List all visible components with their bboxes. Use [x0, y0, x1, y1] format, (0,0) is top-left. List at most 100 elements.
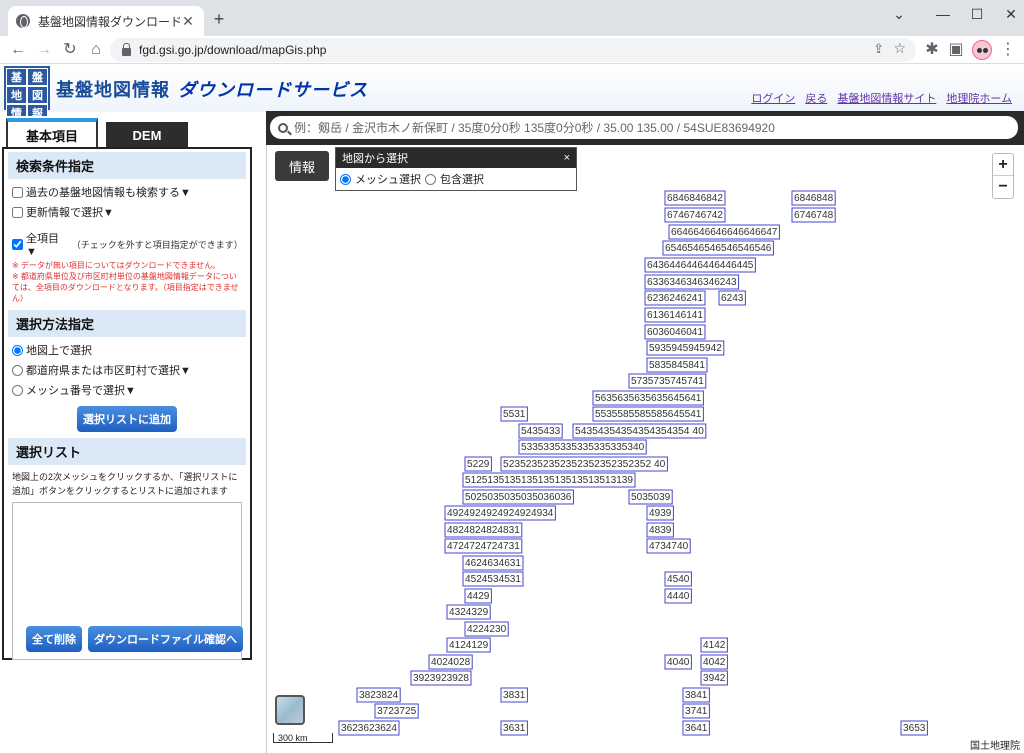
forward-icon[interactable]: → [32, 38, 56, 62]
delete-all-button[interactable]: 全て削除 [26, 626, 82, 652]
all-items-checkbox[interactable] [12, 238, 23, 250]
gsi-home-link[interactable]: 地理院ホーム [946, 90, 1012, 106]
mesh-label: 5531 [503, 409, 526, 420]
mesh-label: 4624634631 [465, 558, 521, 569]
mesh-select-label: メッシュ選択 [355, 174, 421, 186]
lock-icon [122, 43, 131, 56]
search-cond-heading: 検索条件指定 [8, 152, 246, 179]
method-map-radio[interactable] [12, 344, 23, 356]
select-mode-options: メッシュ選択 包含選択 [336, 168, 576, 190]
zoom-out-button[interactable]: − [993, 176, 1013, 198]
method-pref-option[interactable]: 都道府県または市区町村で選択▼ [4, 360, 250, 380]
method-mesh-radio[interactable] [12, 384, 23, 396]
mesh-label: 6846846842 [667, 193, 723, 204]
reload-icon[interactable]: ↻ [58, 38, 82, 62]
mesh-label: 6746748 [794, 210, 834, 221]
mesh-label: 54354354354354354354 40 [575, 426, 704, 437]
mesh-label: 4734740 [649, 541, 689, 552]
zoom-in-button[interactable]: + [993, 154, 1013, 176]
fgd-site-link[interactable]: 基盤地図情報サイト [837, 90, 936, 106]
mesh-label: 4142 [703, 640, 726, 651]
mesh-label: 3723725 [377, 706, 417, 717]
past-info-option[interactable]: 過去の基盤地図情報も検索する▼ [4, 182, 250, 202]
tab-dem[interactable]: DEM [106, 122, 188, 148]
contain-select-label: 包含選択 [440, 174, 484, 186]
close-icon[interactable]: × [564, 152, 570, 164]
mesh-label: 6036046041 [647, 327, 703, 338]
update-info-checkbox[interactable] [12, 206, 23, 218]
mesh-label: 4040 [667, 657, 690, 668]
info-button[interactable]: 情報 [275, 151, 329, 181]
mesh-label: 3641 [685, 723, 708, 734]
close-icon[interactable]: ✕ [180, 13, 196, 30]
browser-tab[interactable]: 基盤地図情報ダウンロードサービス ✕ [8, 6, 204, 36]
method-mesh-option[interactable]: メッシュ番号で選択▼ [4, 380, 250, 400]
mesh-label: 6746746742 [667, 210, 723, 221]
sidebar-panel: 検索条件指定 過去の基盤地図情報も検索する▼ 更新情報で選択▼ 全項目▼ （チェ… [2, 147, 252, 660]
sidepanel-icon[interactable]: ▣ [944, 38, 968, 62]
confirm-download-button[interactable]: ダウンロードファイル確認へ [88, 626, 243, 652]
mesh-label: 4042 [703, 657, 726, 668]
new-tab-button[interactable]: + [208, 8, 230, 30]
basemap-switch-icon[interactable] [275, 695, 305, 725]
mesh-label: 5935945945942 [649, 343, 722, 354]
mesh-select-radio[interactable] [340, 173, 351, 185]
window-close-button[interactable]: ✕ [988, 0, 1024, 28]
tab-basic[interactable]: 基本項目 [6, 118, 98, 148]
mesh-label: 3831 [503, 690, 526, 701]
warning-no-data: ※ データが無い項目についてはダウンロードできません。 [12, 261, 221, 270]
add-to-list-button[interactable]: 選択リストに追加 [77, 406, 177, 432]
mesh-grid[interactable]: 6846846842 6846848 6746746742 6746748 664664… [267, 145, 1024, 753]
mesh-label: 6646646646646646647 [671, 227, 778, 238]
site-logo[interactable]: 基 盤 地 図 情 報 [4, 66, 50, 122]
mesh-label: 5435433 [521, 426, 561, 437]
browser-toolbar: ← → ↻ ⌂ fgd.gsi.go.jp/download/mapGis.ph… [0, 36, 1024, 64]
select-list-heading: 選択リスト [8, 438, 246, 465]
contain-select-radio[interactable] [425, 173, 436, 185]
past-info-checkbox[interactable] [12, 186, 23, 198]
mesh-label: 6436446446446446445 [647, 260, 754, 271]
mesh-label: 3841 [685, 690, 708, 701]
select-from-map-panel: 地図から選択 × メッシュ選択 包含選択 [335, 147, 577, 191]
back-link[interactable]: 戻る [805, 90, 827, 106]
mesh-label: 6846848 [794, 193, 834, 204]
home-icon[interactable]: ⌂ [84, 38, 108, 62]
mesh-label: 5025035035035036036 [465, 492, 572, 503]
mesh-label: 4839 [649, 525, 672, 536]
site-title: 基盤地図情報 [56, 80, 170, 100]
map-area[interactable]: 6846846842 6846848 6746746742 6746748 664664… [266, 145, 1024, 753]
method-map-option[interactable]: 地図上で選択 [4, 340, 250, 360]
mesh-label: 52352352352352352352352352 40 [503, 459, 666, 470]
mesh-label: 5635635635635645641 [595, 393, 702, 404]
share-icon[interactable]: ⇪ [873, 41, 884, 57]
method-pref-radio[interactable] [12, 364, 23, 376]
all-items-option[interactable]: 全項目▼ （チェックを外すと項目指定ができます） [4, 228, 250, 260]
search-placeholder: 例：剱岳 / 金沢市木ノ新保町 / 35度0分0秒 135度0分0秒 / 35.… [294, 121, 775, 135]
menu-icon[interactable]: ⋮ [996, 38, 1020, 62]
chevron-down-icon[interactable]: ⌄ [876, 0, 922, 28]
update-info-option[interactable]: 更新情報で選択▼ [4, 202, 250, 222]
mesh-label: 3631 [503, 723, 526, 734]
mesh-label: 3823824 [359, 690, 399, 701]
login-link[interactable]: ログイン [751, 90, 795, 106]
profile-avatar[interactable] [972, 40, 992, 60]
star-icon[interactable]: ☆ [893, 40, 906, 57]
mesh-label: 5535585585585645541 [595, 409, 702, 420]
mesh-label: 3923923928 [413, 673, 469, 684]
scale-bar: 300 km [273, 733, 333, 743]
mesh-label: 3623623624 [341, 723, 397, 734]
back-icon[interactable]: ← [6, 38, 30, 62]
sidebar-tabs: 基本項目 DEM [2, 116, 252, 148]
mesh-label: 6136146141 [647, 310, 703, 321]
mesh-label: 4024028 [431, 657, 471, 668]
mesh-label: 4724724724731 [447, 541, 520, 552]
mesh-label: 4224230 [467, 624, 507, 635]
search-input[interactable]: 例：剱岳 / 金沢市木ノ新保町 / 35度0分0秒 135度0分0秒 / 35.… [270, 116, 1018, 139]
mesh-label: 4924924924924924934 [447, 508, 554, 519]
mesh-label: 4540 [667, 574, 690, 585]
map-attribution: 国土地理院 [970, 741, 1020, 752]
address-bar[interactable]: fgd.gsi.go.jp/download/mapGis.php ⇪ ☆ [110, 38, 916, 62]
select-list-description: 地図上の2次メッシュをクリックするか、「選択リストに追加」ボタンをクリックすると… [12, 472, 238, 496]
header-links: ログイン 戻る 基盤地図情報サイト 地理院ホーム [751, 90, 1012, 106]
extensions-icon[interactable]: ✱ [920, 38, 944, 62]
